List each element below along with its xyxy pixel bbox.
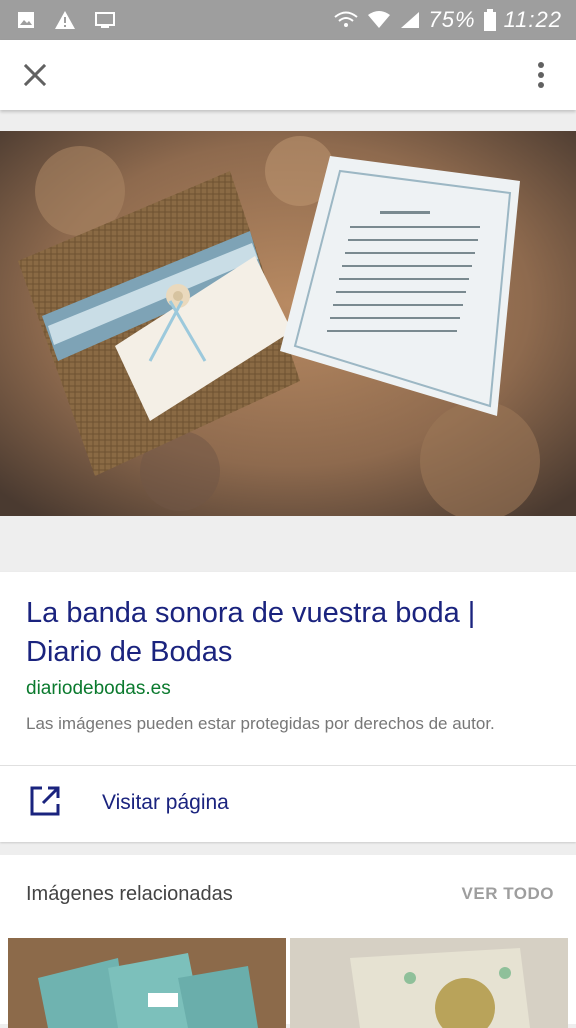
related-image-2[interactable] [290, 938, 568, 1028]
result-domain[interactable]: diariodebodas.es [26, 678, 171, 700]
close-icon [23, 63, 47, 87]
related-image-1[interactable] [8, 938, 286, 1028]
wifi-calling-icon [333, 11, 358, 27]
related-thumbnail-2 [290, 938, 568, 1028]
related-thumbnail-1 [8, 938, 286, 1028]
battery-percent: 75% [428, 7, 476, 32]
more-vert-icon [538, 62, 544, 88]
clock: 11:22 [503, 7, 562, 32]
open-in-new-icon [30, 786, 60, 816]
visit-page-button[interactable]: Visitar página [0, 766, 576, 842]
image-viewer-toolbar [0, 40, 576, 110]
related-images-section: Imágenes relacionadas VER TODO [0, 855, 576, 1028]
related-images-title: Imágenes relacionadas [26, 883, 233, 905]
screen-cast-icon [95, 12, 115, 28]
more-options-button[interactable] [522, 56, 560, 94]
copyright-notice: Las imágenes pueden estar protegidas por… [26, 714, 495, 733]
wedding-invitation-photo [0, 131, 576, 516]
main-image[interactable] [0, 131, 576, 516]
result-card: La banda sonora de vuestra boda | Diario… [0, 572, 576, 842]
battery-icon [483, 9, 496, 31]
signal-icon [400, 12, 419, 28]
status-bar: 75% 11:22 [0, 0, 576, 40]
result-title-link[interactable]: La banda sonora de vuestra boda | Diario… [26, 594, 546, 672]
image-notification-icon [18, 12, 34, 28]
see-all-button[interactable]: VER TODO [462, 884, 554, 904]
wifi-icon [367, 11, 390, 28]
visit-page-label: Visitar página [102, 791, 229, 814]
close-button[interactable] [16, 56, 54, 94]
warning-icon [55, 11, 75, 29]
